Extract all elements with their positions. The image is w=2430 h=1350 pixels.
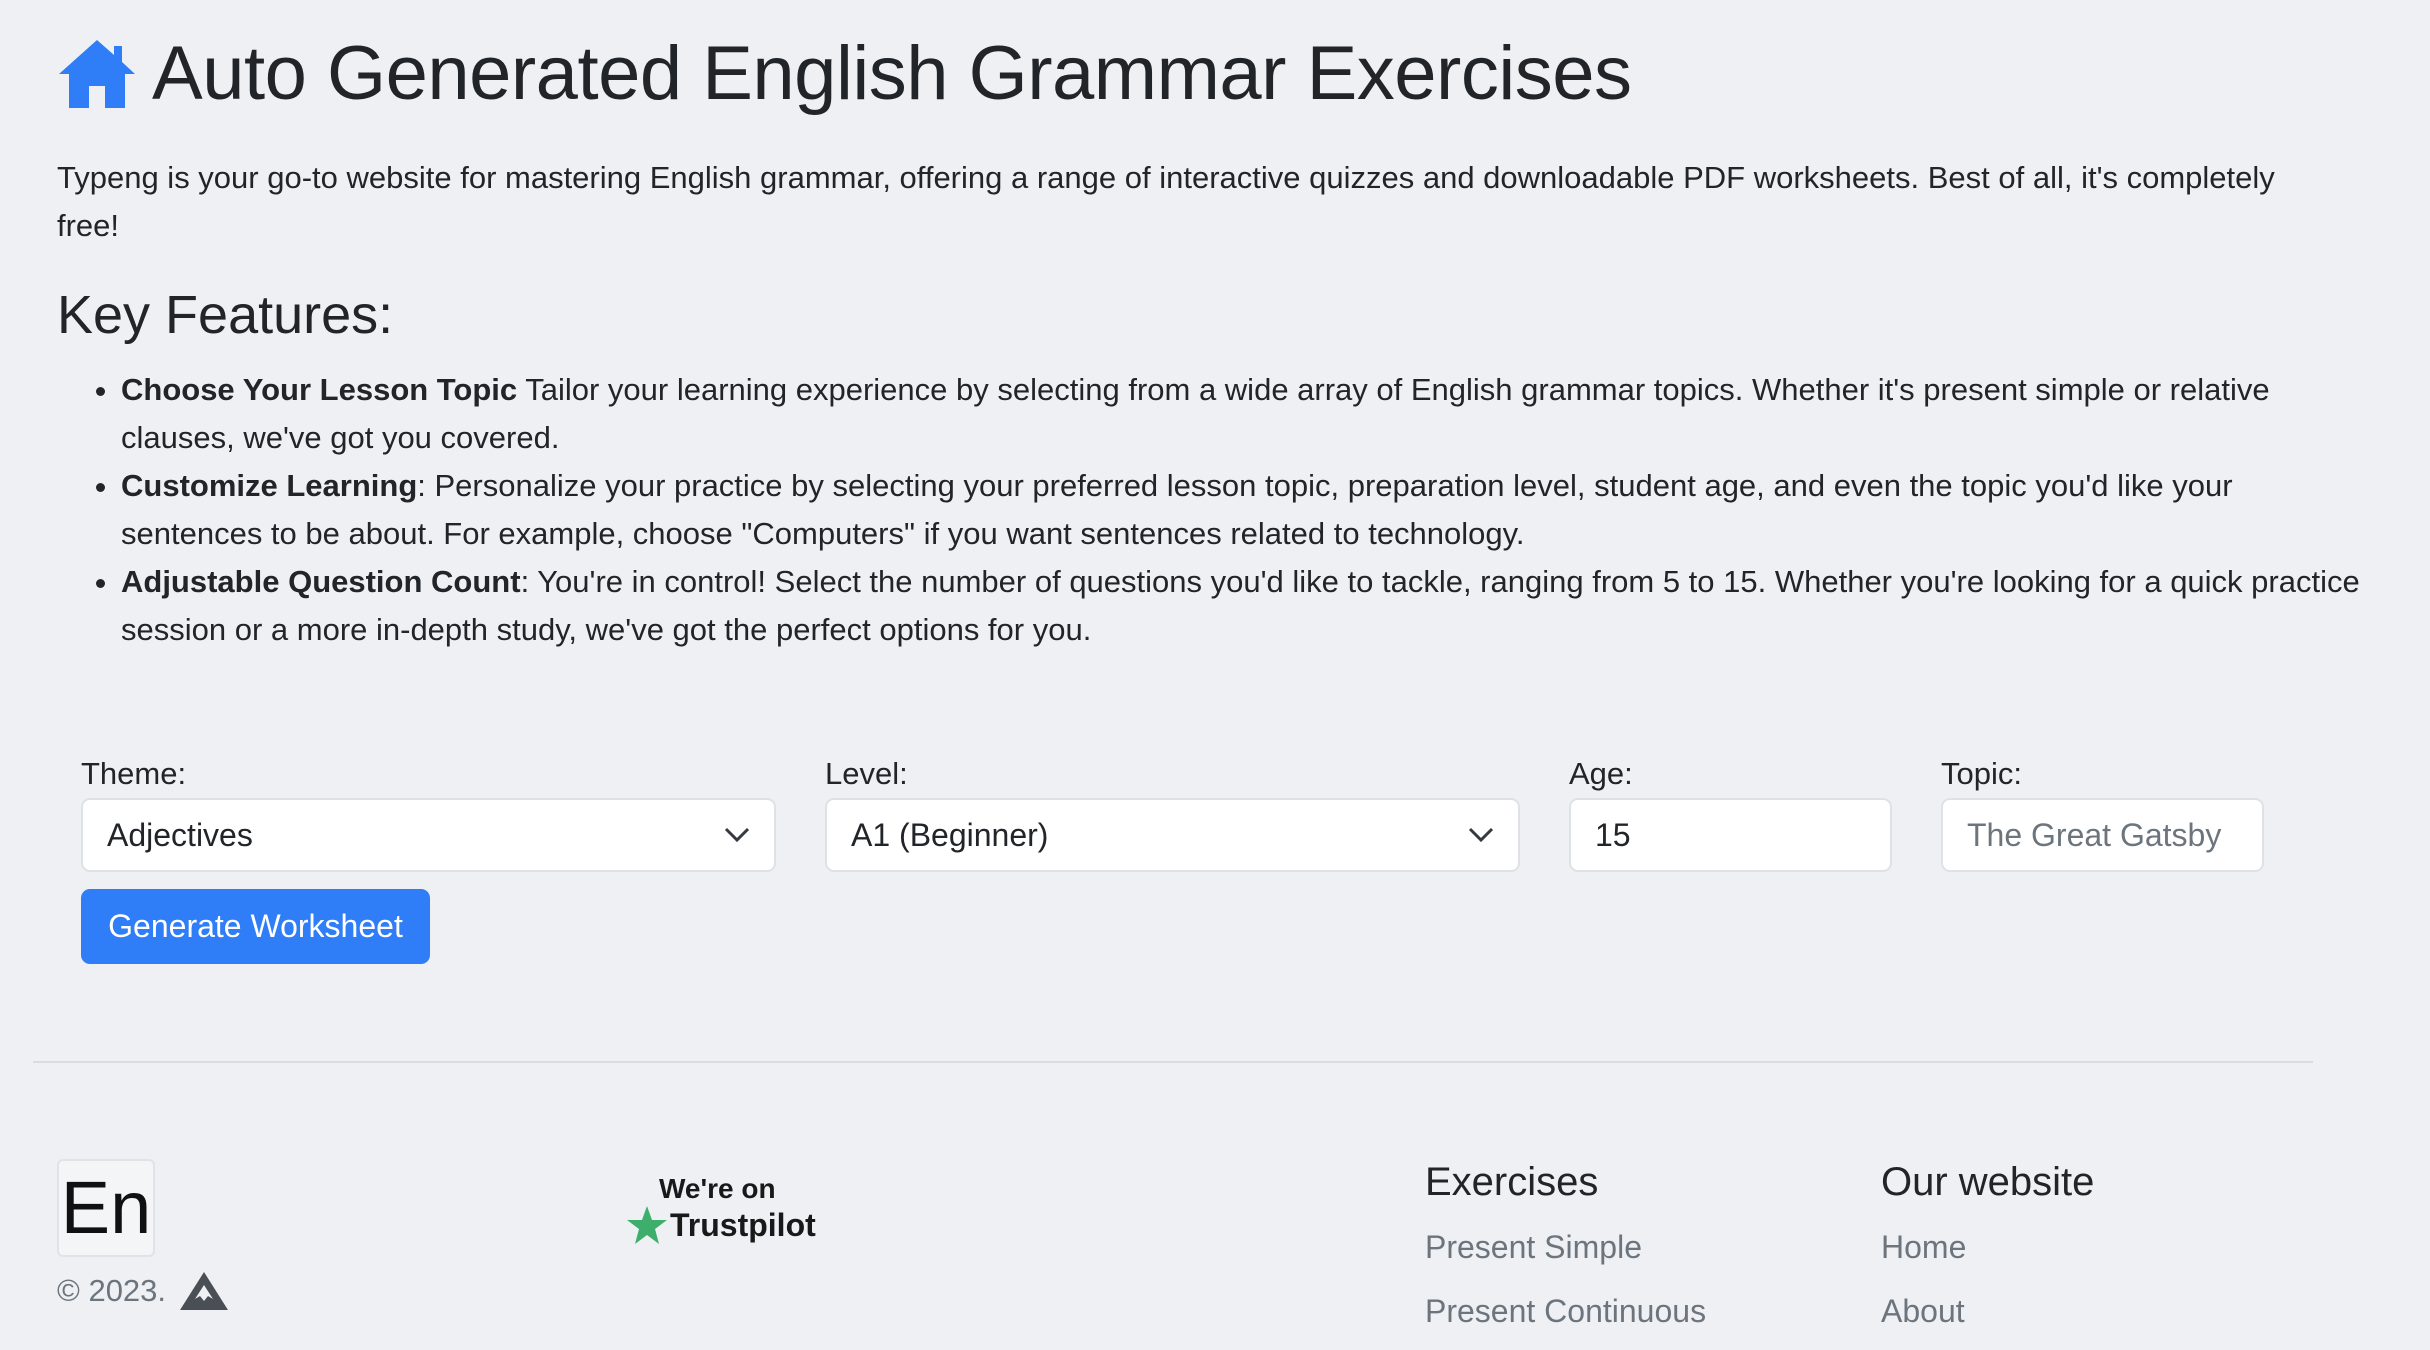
chevron-down-icon bbox=[1468, 827, 1494, 843]
trustpilot-caption: We're on bbox=[659, 1173, 776, 1204]
level-label: Level: bbox=[825, 756, 908, 791]
trustpilot-widget[interactable]: Trustpilot bbox=[626, 1205, 816, 1245]
intro-text: Typeng is your go-to website for masteri… bbox=[57, 160, 2275, 243]
footer-link-about[interactable]: About bbox=[1881, 1293, 1965, 1330]
page: Auto Generated English Grammar Exercises… bbox=[0, 0, 2430, 1350]
feature-text: : Personalize your practice by selecting… bbox=[121, 468, 2233, 551]
topic-input[interactable]: The Great Gatsby bbox=[1941, 798, 2264, 872]
copyright-text: © 2023. bbox=[57, 1273, 167, 1308]
page-title: Auto Generated English Grammar Exercises bbox=[152, 31, 1632, 116]
age-input[interactable]: 15 bbox=[1569, 798, 1892, 872]
footer-link-present-simple[interactable]: Present Simple bbox=[1425, 1229, 1642, 1266]
feature-title: Choose Your Lesson Topic bbox=[121, 372, 518, 407]
features-heading: Key Features: bbox=[57, 285, 394, 345]
chevron-down-icon bbox=[724, 827, 750, 843]
features-list: Choose Your Lesson Topic Tailor your lea… bbox=[57, 366, 2361, 654]
topic-label: Topic: bbox=[1941, 756, 2022, 791]
trustpilot-brand: Trustpilot bbox=[670, 1206, 816, 1243]
footer-link-home[interactable]: Home bbox=[1881, 1229, 1966, 1266]
footer-link-present-continuous[interactable]: Present Continuous bbox=[1425, 1293, 1706, 1330]
star-icon bbox=[627, 1206, 667, 1244]
mountain-icon[interactable] bbox=[178, 1270, 230, 1312]
theme-label: Theme: bbox=[81, 756, 187, 791]
site-logo[interactable]: En bbox=[57, 1159, 155, 1257]
list-item: Choose Your Lesson Topic Tailor your lea… bbox=[121, 366, 2361, 462]
copyright: © 2023. bbox=[57, 1270, 230, 1312]
footer-divider bbox=[33, 1061, 2313, 1063]
level-select[interactable]: A1 (Beginner) bbox=[825, 798, 1520, 872]
generate-worksheet-button[interactable]: Generate Worksheet bbox=[81, 889, 430, 964]
age-label: Age: bbox=[1569, 756, 1633, 791]
feature-title: Adjustable Question Count bbox=[121, 564, 521, 599]
exercises-heading: Exercises bbox=[1425, 1160, 1599, 1204]
house-icon[interactable] bbox=[56, 36, 138, 112]
topic-input-placeholder: The Great Gatsby bbox=[1967, 816, 2222, 853]
feature-title: Customize Learning bbox=[121, 468, 418, 503]
theme-select[interactable]: Adjectives bbox=[81, 798, 776, 872]
our-website-heading: Our website bbox=[1881, 1160, 2095, 1204]
age-input-value: 15 bbox=[1595, 816, 1631, 853]
list-item: Customize Learning: Personalize your pra… bbox=[121, 462, 2361, 558]
header: Auto Generated English Grammar Exercises bbox=[56, 36, 1632, 112]
theme-select-value: Adjectives bbox=[107, 816, 253, 853]
logo-text: En bbox=[60, 1166, 152, 1249]
list-item: Adjustable Question Count: You're in con… bbox=[121, 558, 2361, 654]
level-select-value: A1 (Beginner) bbox=[851, 816, 1049, 853]
